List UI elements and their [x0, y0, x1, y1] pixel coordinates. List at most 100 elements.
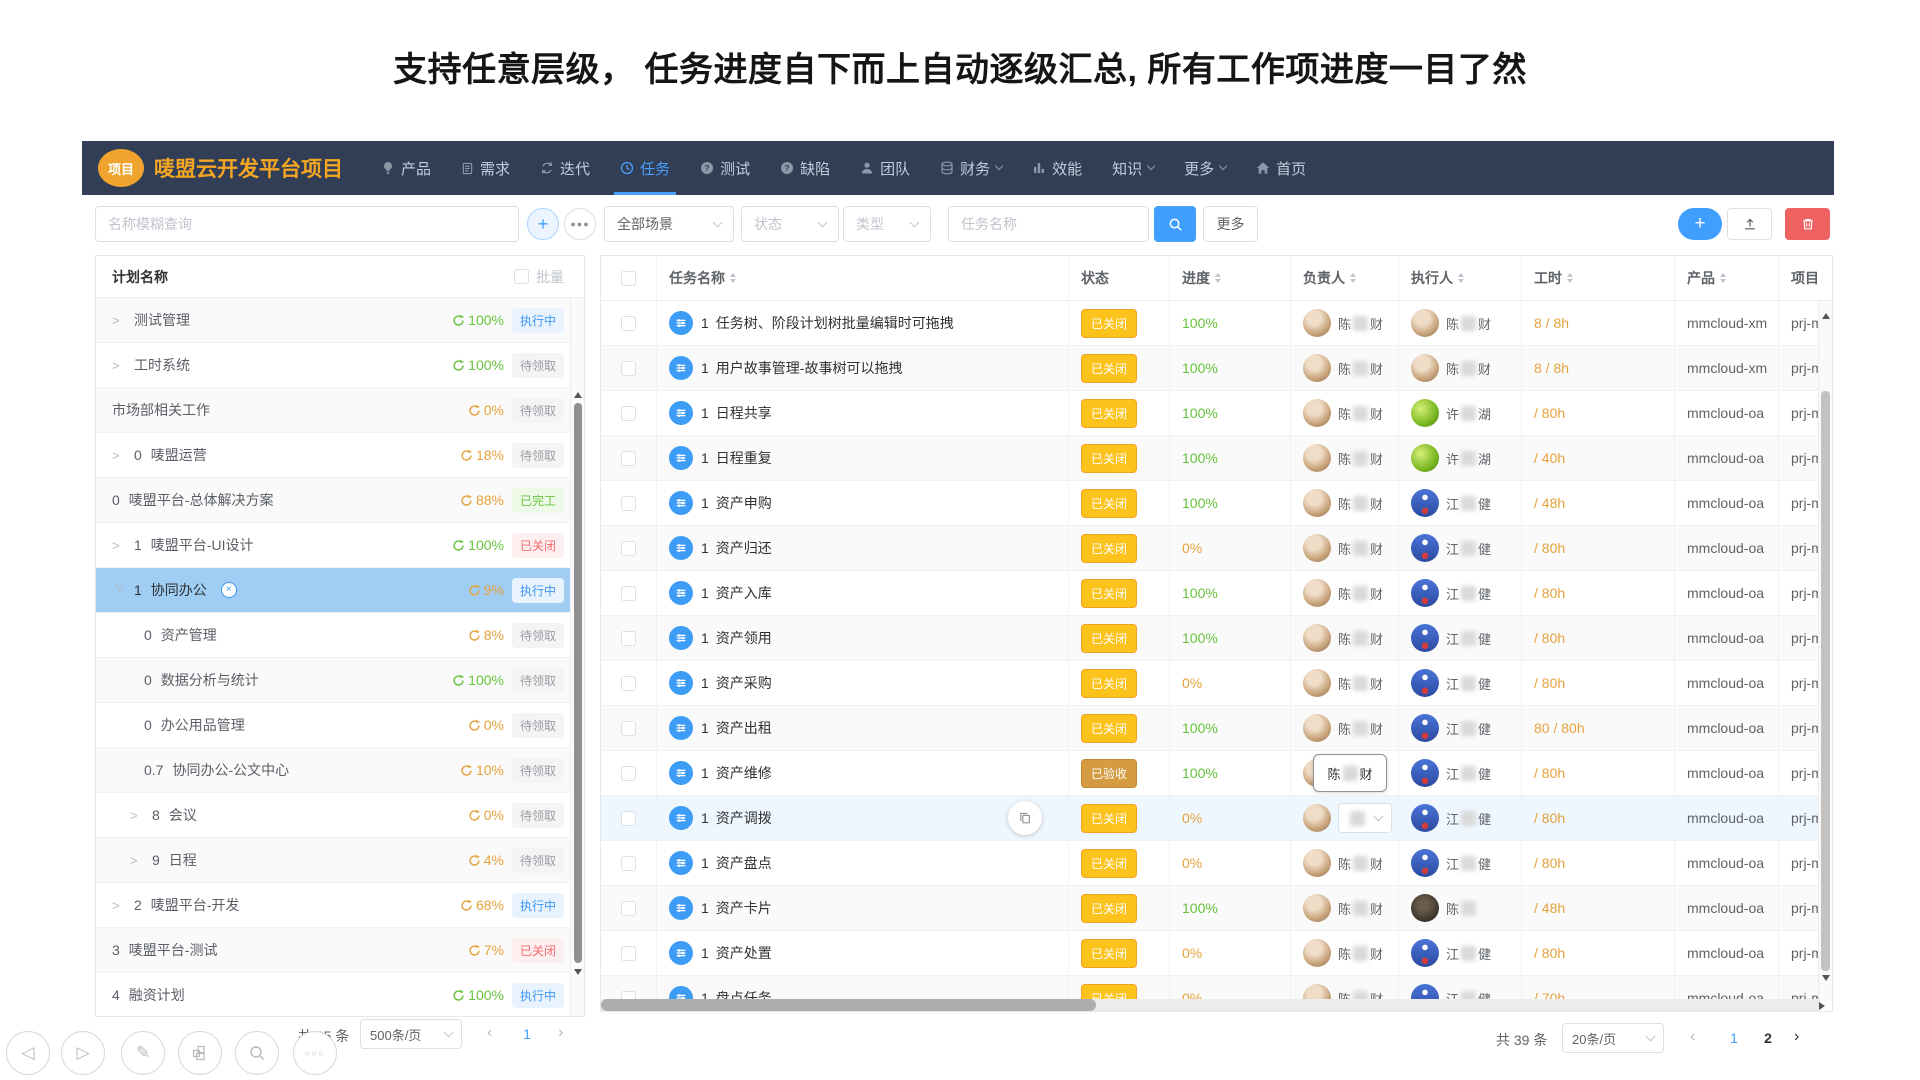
sort-icon[interactable] [1458, 270, 1464, 286]
table-column-header[interactable]: 进度 [1170, 256, 1291, 300]
expand-arrow-icon[interactable]: > [112, 583, 127, 597]
plan-tree-row[interactable]: 市场部相关工作 0% 待领取 [96, 388, 584, 433]
add-task-button[interactable]: + [1678, 208, 1722, 240]
task-name[interactable]: 资产出租 [716, 718, 772, 738]
owner-select[interactable] [1338, 803, 1392, 833]
table-row[interactable]: 1 资产入库 已关闭 100% 陈财 江健 [601, 571, 1820, 616]
table-row[interactable]: 1 资产出租 已关闭 100% 陈财 江健 [601, 706, 1820, 751]
task-page-2[interactable]: 2 [1756, 1030, 1780, 1046]
task-next-page-button[interactable]: › [1794, 1028, 1799, 1046]
table-row[interactable]: 1 用户故事管理-故事树可以拖拽 已关闭 100% 陈财 陈财 [601, 346, 1820, 391]
table-row[interactable]: 1 资产卡片 已关闭 100% 陈财 陈 [601, 886, 1820, 931]
table-row[interactable]: 1 资产处置 已关闭 0% 陈财 江健 [601, 931, 1820, 976]
table-vertical-scrollbar[interactable] [1818, 301, 1832, 1001]
type-select[interactable]: 类型 [843, 206, 931, 242]
nav-item[interactable]: 需求 [461, 141, 510, 195]
task-name[interactable]: 用户故事管理-故事树可以拖拽 [716, 358, 903, 378]
row-checkbox[interactable] [621, 361, 636, 376]
plan-tree-row[interactable]: > 测试管理 100% 执行中 [96, 298, 584, 343]
row-checkbox[interactable] [621, 541, 636, 556]
table-column-header[interactable]: 任务名称 [657, 256, 1069, 300]
plan-tree-row[interactable]: > 0 唛盟运营 18% 待领取 [96, 433, 584, 478]
nav-item[interactable]: 产品 [381, 141, 431, 195]
plan-tree-row[interactable]: 4 融资计划 100% 执行中 [96, 973, 584, 1017]
row-checkbox[interactable] [621, 721, 636, 736]
table-column-header[interactable]: 状态 [1069, 256, 1170, 300]
task-name[interactable]: 资产调拨 [716, 808, 772, 828]
task-name[interactable]: 资产领用 [716, 628, 772, 648]
row-checkbox[interactable] [621, 586, 636, 601]
scrollbar-thumb[interactable] [601, 999, 1096, 1011]
footer-button[interactable]: ○○○ [293, 1031, 337, 1075]
sort-icon[interactable] [730, 270, 736, 286]
nav-item[interactable]: 知识 [1112, 141, 1154, 195]
nav-item[interactable]: 首页 [1256, 141, 1306, 195]
task-prev-page-button[interactable]: ‹ [1690, 1028, 1695, 1046]
scene-select[interactable]: 全部场景 [604, 206, 734, 242]
expand-arrow-icon[interactable]: > [112, 358, 126, 373]
sort-icon[interactable] [1720, 270, 1726, 286]
footer-button[interactable] [235, 1031, 279, 1075]
expand-arrow-icon[interactable]: > [130, 808, 144, 823]
plan-tree-row[interactable]: 3 唛盟平台-测试 7% 已关闭 [96, 928, 584, 973]
table-column-header[interactable]: 执行人 [1399, 256, 1522, 300]
task-name-input[interactable] [948, 206, 1149, 242]
nav-item[interactable]: 效能 [1032, 141, 1082, 195]
table-row[interactable]: 1 日程共享 已关闭 100% 陈财 许湖 [601, 391, 1820, 436]
table-column-header[interactable]: 产品 [1675, 256, 1779, 300]
plan-tree-row[interactable]: > 工时系统 100% 待领取 [96, 343, 584, 388]
expand-arrow-icon[interactable]: > [130, 853, 144, 868]
table-column-header[interactable]: 负责人 [1291, 256, 1399, 300]
table-row[interactable]: 1 任务树、阶段计划树批量编辑时可拖拽 已关闭 100% 陈财 陈财 [601, 301, 1820, 346]
table-row[interactable]: 1 资产调拨 已关闭 0% 江健 [601, 796, 1820, 841]
table-row[interactable]: 1 盘点任务 已关闭 0% 陈财 江健 [601, 976, 1820, 1001]
scrollbar-thumb[interactable] [574, 403, 582, 963]
status-select[interactable]: 状态 [741, 206, 839, 242]
plan-prev-page-button[interactable]: ‹ [487, 1024, 492, 1042]
search-button[interactable] [1154, 206, 1196, 242]
row-checkbox[interactable] [621, 811, 636, 826]
copy-button[interactable] [1008, 801, 1042, 835]
table-row[interactable]: 1 资产维修 已验收 100% 陈财 江健 [601, 751, 1820, 796]
task-name[interactable]: 资产卡片 [716, 898, 772, 918]
row-checkbox[interactable] [621, 766, 636, 781]
row-checkbox[interactable] [621, 901, 636, 916]
table-row[interactable]: 1 资产采购 已关闭 0% 陈财 江健 [601, 661, 1820, 706]
footer-button[interactable] [178, 1031, 222, 1075]
task-name[interactable]: 资产申购 [716, 493, 772, 513]
filter-more-button[interactable]: 更多 [1203, 206, 1258, 242]
plan-tree-row[interactable]: 0 唛盟平台-总体解决方案 88% 已完工 [96, 478, 584, 523]
locate-icon[interactable]: × [221, 582, 237, 598]
table-column-header[interactable]: 项目 [1779, 256, 1820, 300]
expand-arrow-icon[interactable]: > [112, 898, 126, 913]
plan-page-size-select[interactable]: 500条/页 [360, 1019, 462, 1049]
nav-item[interactable]: 迭代 [540, 141, 590, 195]
nav-item[interactable]: 财务 [940, 141, 1002, 195]
nav-item[interactable]: ? 缺陷 [780, 141, 830, 195]
task-page-1[interactable]: 1 [1722, 1030, 1746, 1046]
plan-more-button[interactable]: ●●● [564, 208, 596, 240]
delete-button[interactable] [1785, 208, 1830, 240]
task-name[interactable]: 资产维修 [716, 763, 772, 783]
table-horizontal-scrollbar[interactable] [601, 999, 1820, 1011]
row-checkbox[interactable] [621, 631, 636, 646]
sort-icon[interactable] [1350, 270, 1356, 286]
task-name[interactable]: 日程共享 [716, 403, 772, 423]
plan-tree-row[interactable]: > 1 协同办公 × 9% 执行中 [96, 568, 584, 613]
scrollbar-thumb[interactable] [1821, 391, 1830, 971]
footer-button[interactable]: ◁ [6, 1031, 50, 1075]
table-row[interactable]: 1 资产归还 已关闭 0% 陈财 江健 [601, 526, 1820, 571]
plan-search-input[interactable] [95, 206, 519, 242]
footer-button[interactable]: ▷ [61, 1031, 105, 1075]
nav-item[interactable]: 团队 [860, 141, 910, 195]
plan-tree-row[interactable]: > 1 唛盟平台-UI设计 100% 已关闭 [96, 523, 584, 568]
expand-arrow-icon[interactable]: > [112, 313, 126, 328]
expand-arrow-icon[interactable]: > [112, 448, 126, 463]
nav-item[interactable]: 更多 [1184, 141, 1226, 195]
nav-item[interactable]: ? 测试 [700, 141, 750, 195]
footer-button[interactable]: ✎ [121, 1031, 165, 1075]
table-row[interactable]: 1 日程重复 已关闭 100% 陈财 许湖 [601, 436, 1820, 481]
task-name[interactable]: 任务树、阶段计划树批量编辑时可拖拽 [716, 313, 954, 333]
table-column-header[interactable]: 工时 [1522, 256, 1675, 300]
task-name[interactable]: 资产盘点 [716, 853, 772, 873]
